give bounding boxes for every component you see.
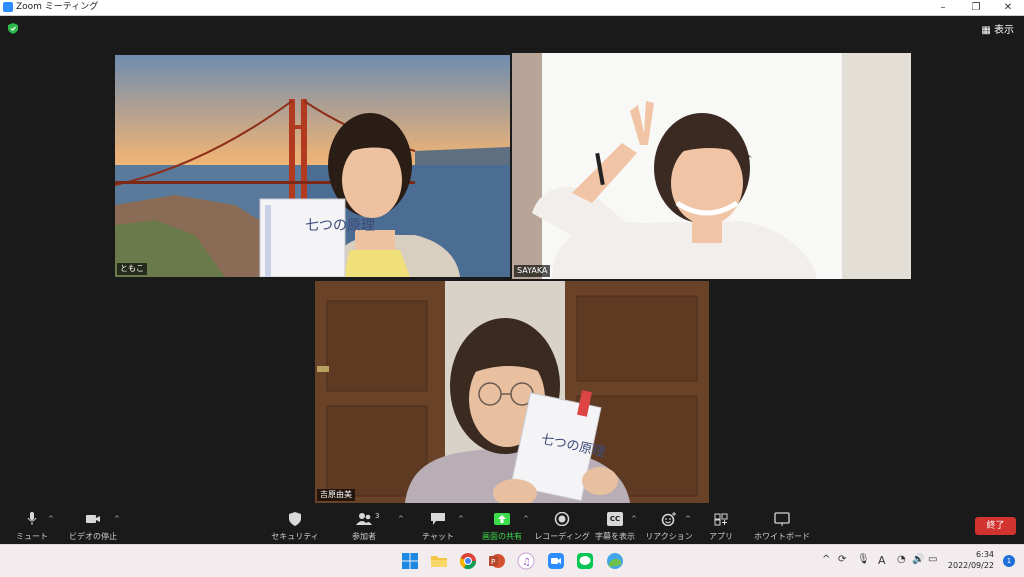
smiley-icon <box>661 512 676 526</box>
sync-icon[interactable]: ⟳ <box>838 554 846 565</box>
security-shield-icon[interactable] <box>8 23 18 34</box>
video-options-caret[interactable]: ^ <box>114 515 120 523</box>
taskbar-clock[interactable]: 6:34 2022/09/22 <box>948 549 994 571</box>
windows-start-icon[interactable] <box>401 552 419 570</box>
captions-options-caret[interactable]: ^ <box>631 515 637 523</box>
mute-options-caret[interactable]: ^ <box>48 515 54 523</box>
share-screen-button[interactable]: 画面の共有 <box>480 510 524 544</box>
restore-button[interactable]: ❐ <box>961 0 991 15</box>
record-button[interactable]: レコーディング <box>534 510 590 544</box>
chat-bubble-icon <box>431 513 445 525</box>
zoom-taskbar-icon[interactable] <box>547 552 565 570</box>
volume-icon[interactable]: 🔊 <box>912 554 924 565</box>
window-title: Zoom ミーティング <box>16 2 99 12</box>
video-button[interactable]: ビデオの停止 <box>69 510 117 544</box>
video-feed: 七つの原理 <box>115 55 510 277</box>
video-tile-sayaka[interactable]: SAYAKA <box>512 53 911 279</box>
participant-name-label: ともこ <box>117 263 147 275</box>
clock-date: 2022/09/22 <box>947 561 994 570</box>
map-app-icon[interactable] <box>606 552 624 570</box>
powerpoint-icon[interactable]: P <box>488 552 506 570</box>
wifi-icon[interactable]: ◔ <box>897 554 906 565</box>
minimize-button[interactable]: – <box>928 0 958 15</box>
video-tile-tomoko[interactable]: 七つの原理 ともこ <box>115 55 510 277</box>
share-options-caret[interactable]: ^ <box>523 515 529 523</box>
itunes-icon[interactable]: ♫ <box>517 552 535 570</box>
captions-button[interactable]: CC 字幕を表示 <box>595 510 635 544</box>
close-button[interactable]: ✕ <box>993 0 1023 15</box>
chat-options-caret[interactable]: ^ <box>458 515 464 523</box>
video-feed <box>512 53 911 279</box>
end-meeting-button[interactable]: 終了 <box>975 517 1016 535</box>
microphone-icon <box>27 512 37 525</box>
book-title-text: 七つの原理 <box>305 218 375 234</box>
meeting-area: ▦ 表示 七つの原理 ともこ SAYAKA 七つの原理 吉原由美 <box>0 16 1024 544</box>
participants-icon <box>356 513 372 525</box>
whiteboard-icon <box>774 512 790 526</box>
record-icon <box>554 512 570 526</box>
participants-count: 3 <box>375 512 380 520</box>
participants-button[interactable]: 3 参加者 <box>344 510 384 544</box>
file-explorer-icon[interactable] <box>430 552 448 570</box>
closed-caption-icon: CC <box>607 512 623 526</box>
share-screen-icon <box>494 513 510 525</box>
notification-badge[interactable]: 1 <box>1003 555 1015 567</box>
participant-name-label: 吉原由美 <box>317 489 355 501</box>
chat-button[interactable]: チャット <box>418 510 458 544</box>
video-feed: 七つの原理 <box>315 281 709 503</box>
ime-indicator[interactable]: A <box>878 554 886 567</box>
clock-time: 6:34 <box>976 550 994 559</box>
participants-options-caret[interactable]: ^ <box>398 515 404 523</box>
shield-icon <box>289 512 301 526</box>
grid-icon: ▦ <box>981 25 991 36</box>
chrome-icon[interactable] <box>459 552 477 570</box>
security-button[interactable]: セキュリティ <box>271 510 319 544</box>
window-titlebar: Zoom ミーティング – ❐ ✕ <box>0 0 1024 16</box>
video-camera-icon <box>86 515 100 523</box>
windows-taskbar: P ♫ ^ ⟳ 🎙 A ◔ 🔊 ▭ 6:34 2022/09/22 1 <box>0 544 1024 577</box>
view-button[interactable]: ▦ 表示 <box>981 21 1014 36</box>
whiteboard-button[interactable]: ホワイトボード <box>754 510 810 544</box>
zoom-app-icon <box>3 2 13 12</box>
view-button-label: 表示 <box>994 25 1014 36</box>
apps-button[interactable]: アプリ <box>703 510 739 544</box>
microphone-tray-icon[interactable]: 🎙 <box>857 554 870 565</box>
participant-name-label: SAYAKA <box>514 265 551 277</box>
battery-icon[interactable]: ▭ <box>928 554 937 565</box>
video-tile-yoshihara[interactable]: 七つの原理 吉原由美 <box>315 281 709 503</box>
svg-text:♫: ♫ <box>522 557 531 568</box>
line-app-icon[interactable] <box>576 552 594 570</box>
tray-overflow-icon[interactable]: ^ <box>822 554 830 565</box>
meeting-toolbar: ミュート ^ ビデオの停止 ^ セキュリティ 3 参加者 ^ チャット ^ 画面… <box>0 510 1024 544</box>
reactions-options-caret[interactable]: ^ <box>685 515 691 523</box>
apps-icon <box>714 513 728 526</box>
mute-button[interactable]: ミュート <box>12 510 52 544</box>
reactions-button[interactable]: リアクション <box>645 510 693 544</box>
svg-text:P: P <box>491 558 495 566</box>
